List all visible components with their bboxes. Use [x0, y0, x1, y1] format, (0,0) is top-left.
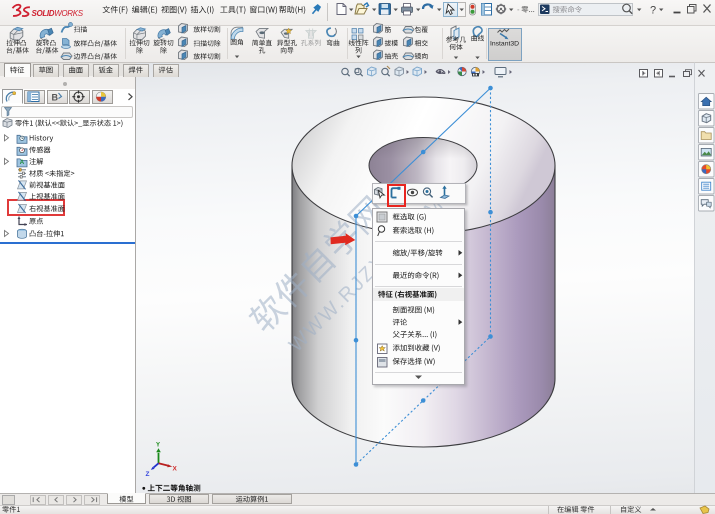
- svg-text:Y: Y: [156, 443, 160, 449]
- svg-text:X: X: [173, 466, 178, 473]
- svg-text:Z: Z: [146, 471, 150, 478]
